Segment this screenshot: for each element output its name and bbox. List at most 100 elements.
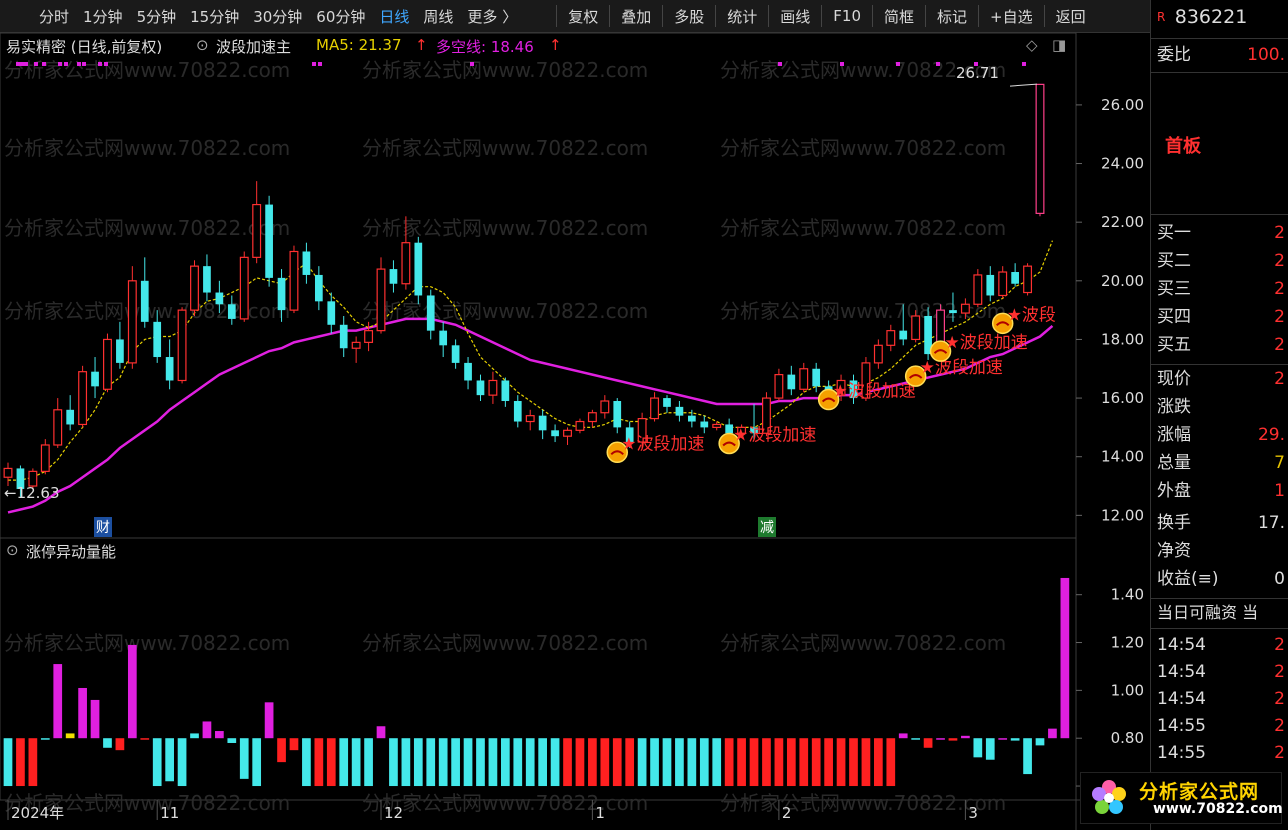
volume-tick-label: 1.40 xyxy=(1111,586,1144,604)
volume-bar xyxy=(588,738,597,787)
candle-body xyxy=(451,345,460,363)
stat-row-3-value: 7 xyxy=(1274,453,1285,473)
stat-row-2: 涨幅 29. xyxy=(1157,422,1287,448)
price-tick-label: 22.00 xyxy=(1101,213,1144,231)
candle-body xyxy=(998,271,1008,297)
candle-body xyxy=(886,330,896,346)
volume-bar xyxy=(799,738,809,787)
candle-body xyxy=(663,398,671,407)
volume-bar xyxy=(898,733,908,739)
candle-body xyxy=(712,423,722,428)
volume-bar xyxy=(762,738,771,787)
volume-bar xyxy=(264,702,274,739)
volume-bar xyxy=(413,738,423,787)
weibi-value: 100. xyxy=(1247,45,1285,65)
candle-body xyxy=(949,310,957,314)
diamond-icon[interactable]: ◇ xyxy=(1026,36,1038,54)
bid-row-3: 买三 2 xyxy=(1157,276,1287,302)
logo-name: 分析家公式网 xyxy=(1139,781,1260,803)
signal-label: ★波段加速 xyxy=(621,434,704,454)
volume-bar xyxy=(563,738,572,787)
watermark-text: 分析家公式网www.70822.com xyxy=(720,216,1006,240)
volume-bar xyxy=(675,738,684,787)
volume-bar xyxy=(662,738,672,787)
signal-dot xyxy=(936,62,940,66)
candle-body xyxy=(525,415,535,423)
volume-bar xyxy=(886,738,896,787)
site-logo: 分析家公式网 www.70822.com xyxy=(1080,772,1283,824)
price-tick-label: 20.00 xyxy=(1101,272,1144,290)
candle-body xyxy=(1011,272,1019,284)
signal-dot xyxy=(42,62,46,66)
volume-bar xyxy=(16,738,25,787)
price-tick-label: 26.00 xyxy=(1101,96,1144,114)
volume-bar xyxy=(948,738,958,741)
volume-bar xyxy=(550,738,560,787)
candle-body xyxy=(302,251,311,275)
volume-tick-label: 1.00 xyxy=(1111,681,1144,699)
candle-body xyxy=(351,341,361,349)
volume-bar xyxy=(65,733,75,739)
volume-bar xyxy=(774,738,784,787)
signal-dot xyxy=(98,62,102,66)
finance-tag[interactable]: 财 xyxy=(94,517,112,537)
date-tick-label: 12 xyxy=(384,804,403,822)
volume-bar xyxy=(438,738,448,787)
volume-tick-label: 0.80 xyxy=(1111,729,1144,747)
watermark-text: 分析家公式网www.70822.com xyxy=(4,136,290,160)
candle-body xyxy=(488,379,498,396)
stat-row-3: 总量 7 xyxy=(1157,450,1287,476)
candle-body xyxy=(1035,83,1045,214)
tick-row-0-label: 14:54 xyxy=(1157,635,1206,655)
ma5-arrow: ↑ xyxy=(415,36,428,54)
volume-bar xyxy=(302,738,311,787)
candle-body xyxy=(911,315,921,341)
tick-row-0-value: 2 xyxy=(1274,635,1285,655)
tick-row-1-label: 14:54 xyxy=(1157,662,1206,682)
high-marker-arrow xyxy=(1009,83,1038,87)
volume-bar xyxy=(476,738,485,787)
panel-toggle-icon[interactable]: ◨ xyxy=(1052,36,1066,54)
candle-body xyxy=(960,303,970,314)
volume-bar xyxy=(376,726,386,739)
volume-bar xyxy=(401,738,411,787)
candle-body xyxy=(774,374,784,399)
candle-body xyxy=(799,368,809,390)
reduce-tag[interactable]: 减 xyxy=(758,517,776,537)
date-tick-label: 1 xyxy=(595,804,605,822)
signal-dot xyxy=(16,62,20,66)
stat-row-3-label: 总量 xyxy=(1157,453,1191,473)
candle-body xyxy=(476,380,485,396)
stat-row-4: 外盘 1 xyxy=(1157,478,1287,504)
stat-row-6: 净资 xyxy=(1157,538,1287,564)
bid-row-2: 买二 2 xyxy=(1157,248,1287,274)
main-panel-frame xyxy=(0,32,1077,539)
volume-bar xyxy=(1048,728,1057,739)
signal-dot xyxy=(896,62,900,66)
bid-row-3-label: 买三 xyxy=(1157,279,1191,299)
bid-row-1-value: 2 xyxy=(1274,223,1285,243)
volume-bar xyxy=(650,738,659,787)
sub-indicator-toggle-icon[interactable]: ⊙ xyxy=(6,541,19,559)
candle-body xyxy=(103,338,112,390)
tick-row-4: 14:55 2 xyxy=(1157,740,1287,766)
volume-bar xyxy=(625,738,635,787)
volume-bar xyxy=(277,738,286,763)
tick-row-3-value: 2 xyxy=(1274,716,1285,736)
volume-bar xyxy=(985,738,995,760)
candle-body xyxy=(177,309,187,382)
volume-bar xyxy=(525,738,535,787)
ma5-value: MA5: 21.37 xyxy=(316,36,402,54)
flower-icon xyxy=(1092,780,1126,814)
volume-bar xyxy=(538,738,548,787)
sub-indicator-name: 涨停异动量能 xyxy=(26,543,117,561)
volume-bar xyxy=(3,738,13,787)
stock-title: 易实精密 (日线,前复权) xyxy=(6,38,163,56)
indicator-toggle-icon[interactable]: ⊙ xyxy=(196,36,209,54)
candle-body xyxy=(899,330,908,340)
bid-row-4: 买四 2 xyxy=(1157,304,1287,330)
watermark-text: 分析家公式网www.70822.com xyxy=(362,58,648,82)
volume-bar xyxy=(53,664,63,739)
tick-row-3: 14:55 2 xyxy=(1157,713,1287,739)
signal-dot xyxy=(840,62,844,66)
